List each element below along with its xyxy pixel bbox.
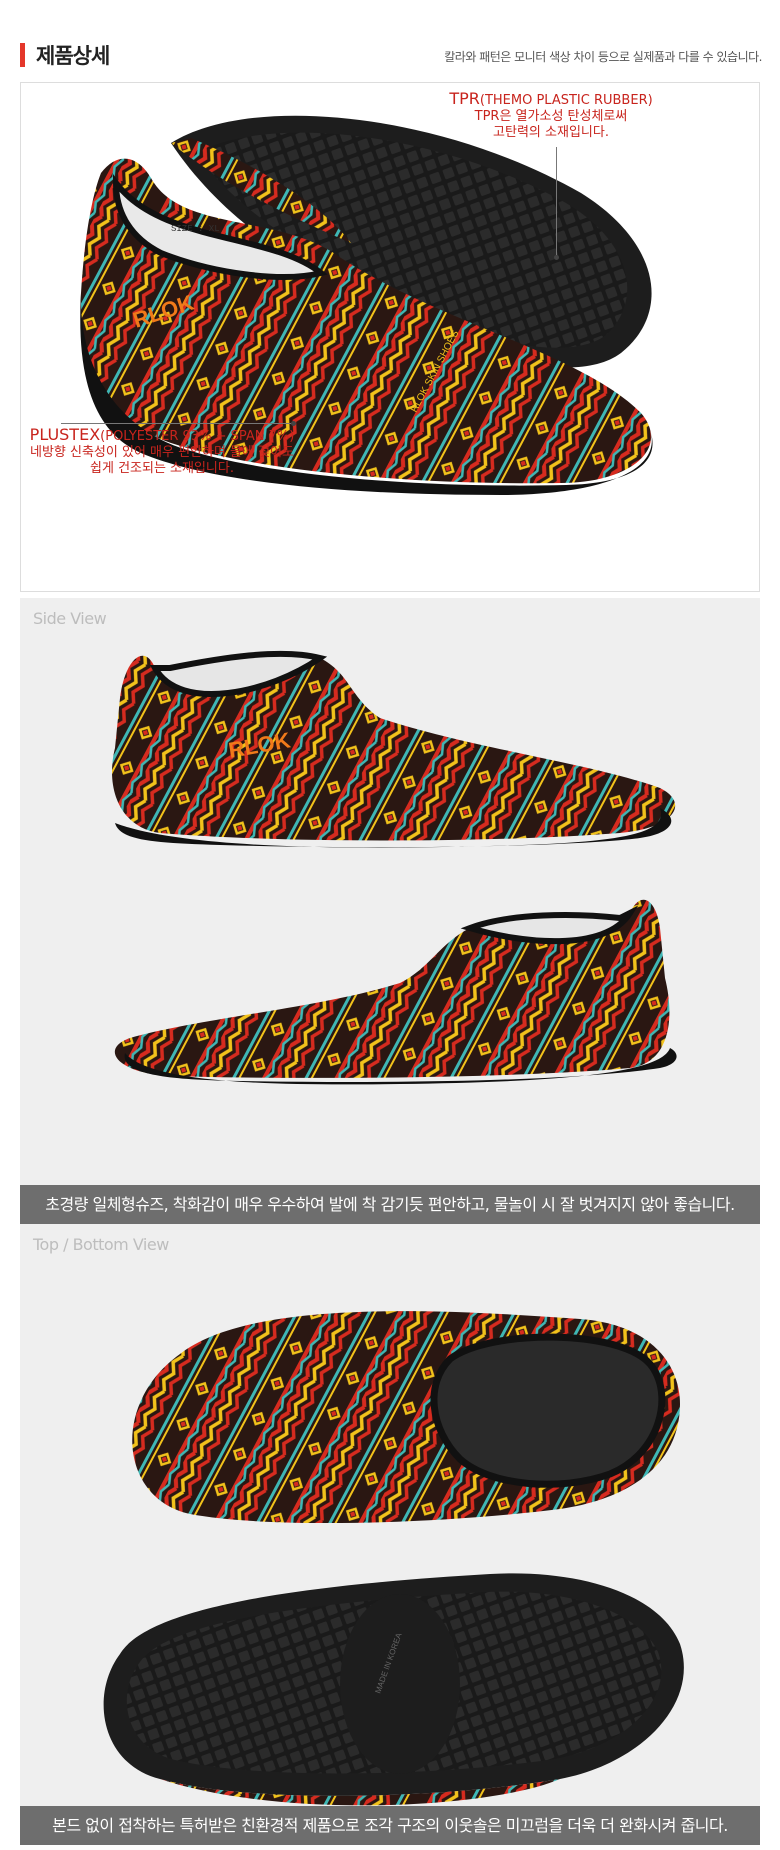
tpr-title: TPR	[449, 89, 480, 108]
tpr-line-2: 고탄력의 소재입니다.	[493, 125, 609, 140]
side-view-caption: 초경량 일체형슈즈, 착화감이 매우 우수하여 발에 착 감기듯 편안하고, 물…	[20, 1185, 760, 1224]
size-label: SIZE : XL	[171, 224, 220, 234]
section-accent-bar	[20, 43, 25, 67]
plustex-title-detail: (POLYESTER 93% + SPAN 7%)	[100, 429, 295, 444]
tpr-leader-line	[556, 147, 557, 257]
top-shoe-opening	[430, 1333, 666, 1488]
plustex-line-1: 네방향 신축성이 있어 매우 편안하며 물에 젖어도	[30, 445, 294, 460]
side-view-illustration: RLOK	[112, 650, 677, 1085]
tpr-title-detail: (THEMO PLASTIC RUBBER)	[479, 93, 653, 108]
section-title: 제품상세	[36, 44, 110, 68]
top-bottom-view-illustration: MADE IN KOREA	[103, 1311, 684, 1806]
side-view-panel: Side View RLOK	[20, 598, 760, 1186]
plustex-callout: PLUSTEX(POLYESTER 93% + SPAN 7%) 네방향 신축성…	[27, 427, 297, 477]
tpr-callout: TPR(THEMO PLASTIC RUBBER) TPR은 열가소성 탄성체로…	[441, 91, 661, 141]
tpr-line-1: TPR은 열가소성 탄성체로써	[474, 109, 628, 124]
plustex-line-2: 쉽게 건조되는 소재입니다.	[90, 461, 234, 476]
plustex-title: PLUSTEX	[29, 425, 101, 444]
top-bottom-view-panel: Top / Bottom View MADE IN KOREA	[20, 1224, 760, 1836]
color-disclaimer: 칼라와 패턴은 모니터 색상 차이 등으로 실제품과 다를 수 있습니다.	[444, 50, 762, 64]
top-bottom-view-caption: 본드 없이 접착하는 특허받은 친환경적 제품으로 조각 구조의 이웃솔은 미끄…	[20, 1806, 760, 1845]
main-product-panel: RLOK RLOK SKIN SHOES SIZE : XL TPR(THEMO…	[20, 82, 760, 592]
tpr-leader-dot	[554, 255, 559, 260]
plustex-leader-line	[61, 423, 293, 424]
bottom-shoe-arch	[340, 1594, 460, 1774]
plustex-leader-dot	[291, 421, 296, 426]
main-product-illustration: RLOK RLOK SKIN SHOES SIZE : XL	[80, 115, 653, 495]
